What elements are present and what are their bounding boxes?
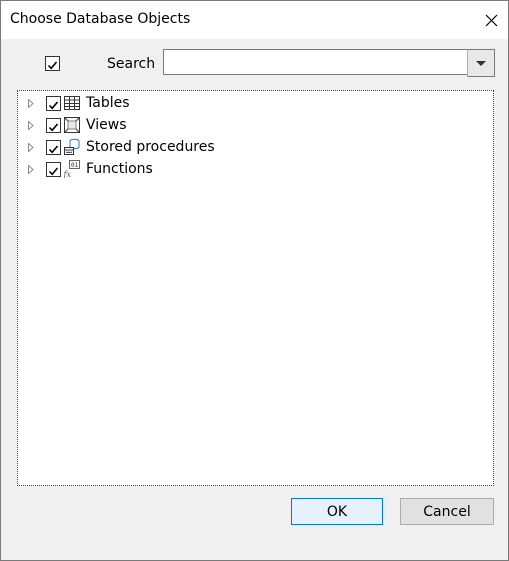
view-icon: [64, 117, 80, 133]
title-bar: Choose Database Objects: [1, 1, 508, 39]
chevron-down-icon: [476, 61, 486, 66]
expand-arrow-icon[interactable]: [28, 121, 34, 130]
tree-item-checkbox[interactable]: [46, 162, 61, 177]
cancel-button[interactable]: Cancel: [400, 498, 494, 525]
check-icon: [48, 101, 59, 110]
check-icon: [47, 61, 58, 70]
svg-text:01: 01: [71, 162, 79, 169]
database-object-tree[interactable]: Tables Views Stored procedures 01 fx Fun…: [17, 90, 494, 486]
tree-item-label: Stored procedures: [86, 139, 215, 155]
search-input[interactable]: [163, 49, 468, 75]
expand-arrow-icon[interactable]: [28, 165, 34, 174]
function-icon: 01 fx: [63, 160, 80, 178]
tree-item-tables[interactable]: Tables: [18, 93, 488, 115]
check-icon: [48, 123, 59, 132]
dialog-window: Choose Database Objects Search Tables Vi…: [0, 0, 509, 561]
search-label: Search: [107, 56, 156, 72]
svg-text:fx: fx: [63, 170, 71, 178]
expand-arrow-icon[interactable]: [28, 143, 34, 152]
check-icon: [48, 145, 59, 154]
stored-procedure-icon: [64, 138, 80, 155]
tree-item-checkbox[interactable]: [46, 96, 61, 111]
close-button[interactable]: [476, 1, 508, 39]
select-all-checkbox[interactable]: [45, 56, 60, 71]
tree-item-stored-procedures[interactable]: Stored procedures: [18, 137, 488, 159]
tree-item-label: Functions: [86, 161, 153, 177]
tree-item-label: Tables: [86, 95, 130, 111]
ok-button[interactable]: OK: [291, 498, 383, 525]
dialog-title: Choose Database Objects: [10, 11, 191, 27]
tree-item-label: Views: [86, 117, 127, 133]
tree-item-checkbox[interactable]: [46, 140, 61, 155]
tree-item-functions[interactable]: 01 fx Functions: [18, 159, 488, 181]
tree-item-views[interactable]: Views: [18, 115, 488, 137]
close-icon: [485, 14, 498, 27]
search-dropdown-button[interactable]: [467, 49, 495, 77]
expand-arrow-icon[interactable]: [28, 99, 34, 108]
table-icon: [64, 96, 80, 110]
tree-item-checkbox[interactable]: [46, 118, 61, 133]
check-icon: [48, 167, 59, 176]
